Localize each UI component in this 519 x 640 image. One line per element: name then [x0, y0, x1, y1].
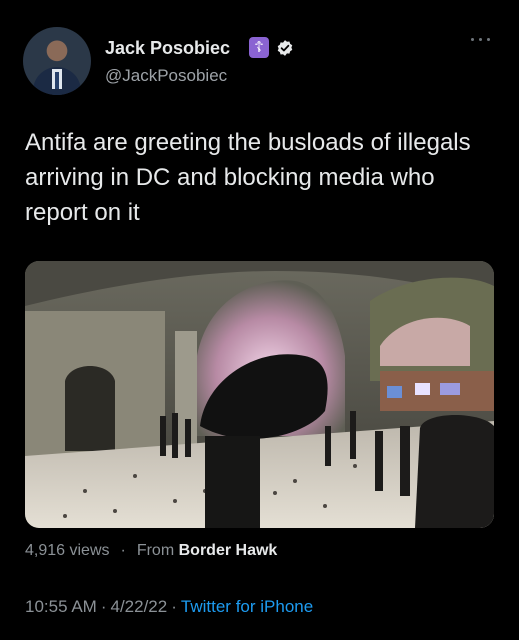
- separator: ·: [120, 542, 126, 559]
- orthodox-cross-icon: ☦: [249, 37, 269, 58]
- tweet-time[interactable]: 10:55 AM: [25, 597, 97, 616]
- separator: ·: [100, 597, 107, 616]
- author-name[interactable]: Jack Posobiec: [105, 38, 230, 59]
- view-count: 4,916 views: [25, 542, 110, 559]
- separator: ·: [171, 597, 177, 616]
- from-label: From: [136, 542, 175, 559]
- avatar-tie: [55, 72, 59, 89]
- tweet-media-video[interactable]: [25, 261, 494, 528]
- tweet-text: Antifa are greeting the busloads of ille…: [25, 129, 471, 226]
- tweet-date[interactable]: 4/22/22: [111, 597, 168, 616]
- tweet-view-stats: 4,916 views · From Border Hawk: [25, 542, 277, 560]
- verified-badge-icon: [277, 40, 293, 56]
- video-thumbnail: [25, 261, 494, 528]
- more-options-icon[interactable]: [471, 33, 493, 45]
- avatar[interactable]: [23, 27, 91, 95]
- author-handle[interactable]: @JackPosobiec: [105, 66, 227, 86]
- tweet-timestamp-row: 10:55 AM · 4/22/22 · Twitter for iPhone: [25, 597, 313, 617]
- source-account-link[interactable]: Border Hawk: [179, 542, 278, 559]
- client-link[interactable]: Twitter for iPhone: [181, 597, 313, 616]
